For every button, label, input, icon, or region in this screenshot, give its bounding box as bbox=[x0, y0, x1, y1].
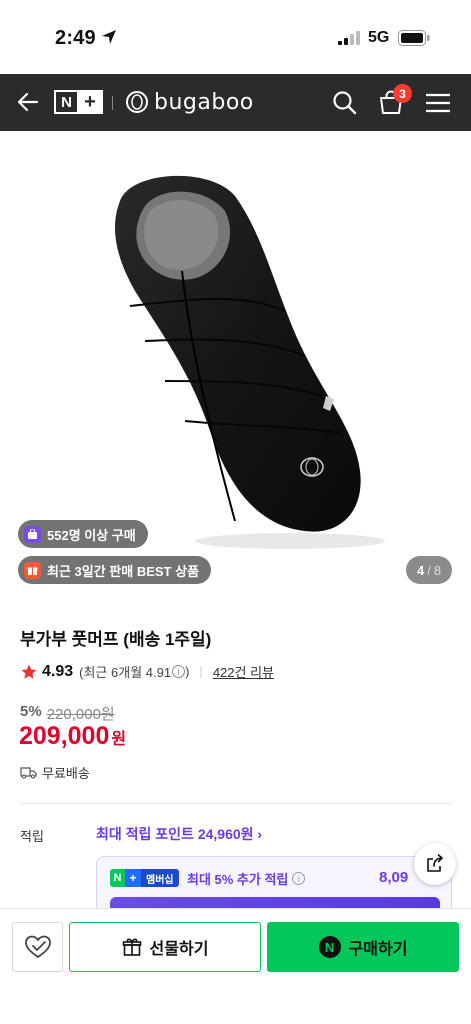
nplus-n-label: N bbox=[56, 92, 79, 112]
nplus-membership-tag: N + 멤버십 bbox=[110, 869, 179, 887]
buy-button[interactable]: N 구매하기 bbox=[267, 922, 459, 972]
max-points-link[interactable]: 최대 적립 포인트 24,960원 › bbox=[96, 824, 262, 844]
sale-price: 209,000 원 bbox=[19, 722, 126, 751]
info-icon[interactable]: i bbox=[292, 872, 306, 885]
review-count-link[interactable]: 422건 리뷰 bbox=[213, 662, 274, 681]
image-counter-separator: / bbox=[427, 562, 431, 578]
brand-name: bugaboo bbox=[154, 89, 254, 115]
status-bar: 2:49 5G bbox=[0, 0, 471, 74]
membership-tag-n: N bbox=[110, 869, 125, 887]
shopping-bag-icon bbox=[24, 525, 41, 543]
cellular-signal-icon bbox=[338, 31, 360, 45]
membership-tag-plus: + bbox=[125, 869, 141, 887]
best-seller-badge: 최근 3일간 판매 BEST 상품 bbox=[18, 556, 212, 584]
delivery-truck-icon bbox=[20, 767, 37, 779]
nplus-store-logo[interactable]: N + bbox=[54, 90, 103, 114]
network-type: 5G bbox=[368, 29, 390, 46]
brand-logo[interactable]: bugaboo bbox=[124, 89, 254, 115]
status-time: 2:49 bbox=[55, 27, 96, 49]
search-icon[interactable] bbox=[332, 90, 357, 115]
image-total-count: 8 bbox=[433, 562, 442, 578]
image-current-index: 4 bbox=[416, 562, 425, 578]
share-button[interactable] bbox=[414, 843, 456, 885]
info-icon[interactable]: i bbox=[172, 665, 186, 678]
buy-label: 구매하기 bbox=[348, 941, 408, 958]
gift-icon bbox=[122, 938, 141, 956]
rating-score: 4.93 bbox=[42, 662, 74, 680]
rating-recent-close: ) bbox=[185, 664, 190, 679]
membership-points-amount: 8,09 bbox=[379, 869, 409, 886]
purchase-count-badge: 552명 이상 구매 bbox=[18, 520, 148, 548]
heart-check-icon bbox=[24, 935, 51, 959]
naver-pay-logo: N bbox=[318, 936, 341, 958]
gift-label: 선물하기 bbox=[149, 941, 209, 958]
product-title: 부가부 풋머프 (배송 1주일) bbox=[20, 630, 212, 649]
purchase-count-text: 552명 이상 구매 bbox=[47, 527, 136, 543]
share-icon bbox=[427, 854, 443, 872]
gift-button[interactable]: 선물하기 bbox=[69, 922, 261, 972]
header-divider bbox=[112, 96, 113, 110]
best-seller-text: 최근 3일간 판매 BEST 상품 bbox=[47, 563, 200, 579]
sale-price-value: 209,000 bbox=[19, 722, 110, 750]
discount-rate: 5% bbox=[20, 703, 42, 720]
chevron-right-icon: › bbox=[257, 826, 263, 842]
shipping-info: 무료배송 bbox=[20, 763, 90, 782]
sale-price-unit: 원 bbox=[111, 731, 127, 748]
battery-icon bbox=[398, 30, 430, 46]
membership-extra-points: 최대 5% 추가 적립 i bbox=[187, 869, 306, 888]
product-image-gallery[interactable]: 552명 이상 구매 최근 3일간 판매 BEST 상품 4 / 8 bbox=[0, 131, 471, 603]
points-label: 적립 bbox=[20, 829, 44, 844]
back-arrow-icon[interactable] bbox=[16, 90, 40, 114]
discount-row: 5% 220,000원 bbox=[20, 703, 115, 724]
cart-count-badge: 3 bbox=[393, 84, 412, 103]
rating-recent: (최근 6개월 4.91 bbox=[79, 665, 172, 680]
membership-extra-text: 최대 5% 추가 적립 bbox=[187, 872, 289, 887]
product-photo-footmuff bbox=[115, 175, 385, 549]
max-points-text: 최대 적립 포인트 24,960원 bbox=[96, 826, 254, 842]
shipping-text: 무료배송 bbox=[42, 766, 90, 781]
top-navigation-bar: N + bugaboo 3 bbox=[0, 74, 471, 131]
hamburger-menu-icon[interactable] bbox=[426, 93, 450, 113]
gift-box-icon bbox=[24, 561, 41, 579]
rating-divider: | bbox=[199, 664, 203, 679]
section-divider bbox=[20, 803, 452, 804]
wishlist-button[interactable] bbox=[12, 922, 63, 972]
image-counter: 4 / 8 bbox=[406, 556, 452, 584]
bugaboo-logo-icon bbox=[126, 91, 148, 113]
rating-row: 4.93 (최근 6개월 4.91 i ) | 422건 리뷰 bbox=[20, 662, 274, 681]
bottom-action-bar: 선물하기 N 구매하기 bbox=[0, 908, 471, 1024]
nplus-plus-label: + bbox=[79, 92, 101, 112]
membership-tag-text: 멤버십 bbox=[141, 869, 179, 887]
star-icon bbox=[21, 664, 37, 679]
location-arrow-icon bbox=[102, 30, 116, 44]
original-price: 220,000원 bbox=[46, 706, 115, 723]
